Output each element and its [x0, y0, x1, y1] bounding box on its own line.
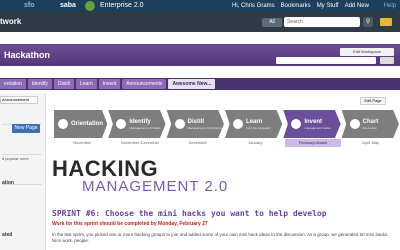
divider — [2, 154, 42, 155]
new-page-button[interactable]: New Page — [12, 124, 40, 133]
stage-months: November November-December December Janu… — [54, 139, 400, 147]
bookmarks-link[interactable]: Bookmarks — [281, 3, 311, 9]
enterprise-logo-icon — [85, 1, 95, 11]
tab-invent[interactable]: Invent — [98, 79, 121, 89]
month-label: November-December — [120, 140, 160, 145]
page-title: Hackathon — [4, 50, 51, 60]
user-nav: Hi, Chris Grams Bookmarks My Stuff Add N… — [232, 3, 369, 9]
add-new-link[interactable]: Add New — [345, 3, 369, 9]
sprint-deadline: Work for this sprint should be completed… — [52, 221, 208, 227]
my-stuff-link[interactable]: My Stuff — [317, 3, 339, 9]
search-scope-select[interactable]: All — [262, 18, 282, 27]
folder-icon[interactable] — [380, 18, 392, 26]
person-icon — [232, 119, 243, 129]
month-label-active: February-March — [284, 139, 342, 147]
sidebar-section-title: ation — [2, 180, 14, 186]
magnify-icon — [116, 119, 127, 129]
stage-orientation[interactable]: Orientation — [54, 110, 108, 138]
stage-nav: Orientation Identify Management 2.0 hacks… — [54, 110, 400, 138]
saba-logo[interactable]: saba — [60, 2, 76, 9]
tab-orientation[interactable]: entation — [0, 79, 26, 89]
month-label: April-May — [362, 140, 380, 145]
brand-logo[interactable]: sfo — [24, 2, 35, 9]
left-sidebar: Announcement New Page d popular ones ati… — [0, 94, 46, 250]
chart-icon — [349, 119, 360, 129]
hero-subheading: MANAGEMENT 2.0 — [82, 178, 229, 195]
month-label: December — [188, 140, 207, 145]
stage-invent[interactable]: Invent management hacks — [283, 110, 341, 138]
search-input[interactable]: Search — [284, 17, 360, 27]
sidebar-section-title: ated — [2, 232, 13, 238]
workspace-tabs: entation Identify Distill Learn Invent A… — [0, 78, 400, 90]
sprint-heading: SPRINT #6: Choose the mini hacks you wan… — [52, 209, 327, 218]
workspace-filter-input[interactable] — [276, 57, 376, 64]
stage-learn[interactable]: Learn from the vanguard — [224, 110, 283, 138]
edit-page-button[interactable]: Edit Page — [360, 97, 386, 105]
tab-announcements[interactable]: Announcements — [122, 79, 167, 89]
global-top-bar: sfo saba Enterprise 2.0 Hi, Chris Grams … — [0, 0, 400, 12]
stage-distill[interactable]: Distill Management 2.0 principles — [166, 110, 224, 138]
month-label: January — [248, 140, 263, 145]
edit-workspace-button[interactable]: Edit Workspace — [340, 48, 394, 56]
announcement-button[interactable]: Announcement — [0, 96, 38, 104]
funnel-icon — [174, 119, 185, 129]
tab-identify[interactable]: Identify — [27, 79, 52, 89]
stage-identify[interactable]: Identify Management 2.0 hacks — [108, 110, 166, 138]
tab-distill[interactable]: Distill — [53, 79, 74, 89]
network-title[interactable]: twork — [0, 17, 21, 26]
network-bar: twork All Search ⚲ — [0, 12, 400, 32]
tab-learn[interactable]: Learn — [75, 79, 97, 89]
filter-button[interactable] — [380, 57, 394, 64]
body-paragraph: In the last sprint, you picked one or mo… — [52, 232, 389, 243]
hero-heading: HACKING — [52, 156, 159, 181]
tab-awesome-new[interactable]: Awesome New... — [168, 79, 216, 89]
info-icon — [58, 119, 68, 129]
search-icon[interactable]: ⚲ — [363, 17, 373, 27]
stage-chart[interactable]: Chart the course — [341, 110, 399, 138]
enterprise-brand: Enterprise 2.0 — [100, 2, 144, 9]
help-link[interactable]: Help — [384, 3, 396, 9]
month-label: November — [73, 140, 92, 145]
workspace-header: Hackathon Edit Workspace — [0, 44, 400, 66]
popular-label: d popular ones — [2, 156, 29, 161]
user-greeting[interactable]: Hi, Chris Grams — [232, 3, 275, 9]
network-icon — [291, 119, 302, 129]
